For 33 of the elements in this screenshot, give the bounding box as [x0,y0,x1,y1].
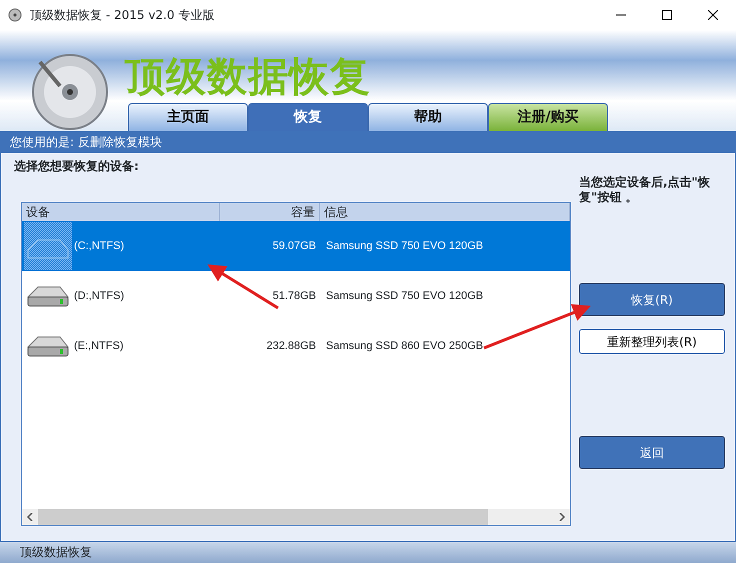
tab[interactable]: 帮助 [368,103,488,131]
table-cell-text: 59.07GB [272,238,317,254]
table-cell-text: Samsung SSD 750 EVO 120GB [325,238,484,254]
hint-text: 当您选定设备后,点击"恢复"按钮 。 [579,175,711,205]
info-bar: 您使用的是: 反删除恢复模块 [0,131,736,153]
tab[interactable]: 恢复 [248,103,368,131]
device-row[interactable]: (E:,NTFS) 232.88GB Samsung SSD 860 EVO 250GB [22,321,570,371]
hard-drive-icon [27,286,69,306]
table-cell-text: (C:,NTFS) [74,238,124,254]
status-bar: 顶级数据恢复 [0,541,736,563]
action-button[interactable]: 恢复(R) [579,283,725,316]
action-button[interactable]: 重新整理列表(R) [579,329,725,354]
hard-drive-icon [24,222,72,270]
banner-title: 顶级数据恢复 [125,57,371,97]
table-cell-text: 232.88GB [265,338,317,354]
action-button[interactable]: 返回 [579,436,725,469]
device-row[interactable]: (D:,NTFS) 51.78GB Samsung SSD 750 EVO 120GB [22,271,570,321]
table-cell-text: Samsung SSD 860 EVO 250GB [325,338,484,354]
hard-drive-icon [27,336,69,356]
section-label: 选择您想要恢复的设备: [14,158,140,175]
close-icon [708,10,718,20]
tab[interactable]: 注册/购买 [488,103,608,131]
table-cell-text: (D:,NTFS) [74,288,124,304]
horizontal-scrollbar[interactable] [22,509,570,525]
table-cell-text: (E:,NTFS) [74,338,124,354]
device-row[interactable]: (C:,NTFS) 59.07GB Samsung SSD 750 EVO 120GB [22,221,570,271]
table-cell-text: Samsung SSD 750 EVO 120GB [325,288,484,304]
tab[interactable]: 主页面 [128,103,248,131]
maximize-icon [662,10,672,20]
table-cell-text: 51.78GB [272,288,317,304]
app-icon [8,8,22,22]
window-title: 顶级数据恢复 - 2015 v2.0 专业版 [30,7,216,24]
hard-disk-icon [30,52,110,130]
